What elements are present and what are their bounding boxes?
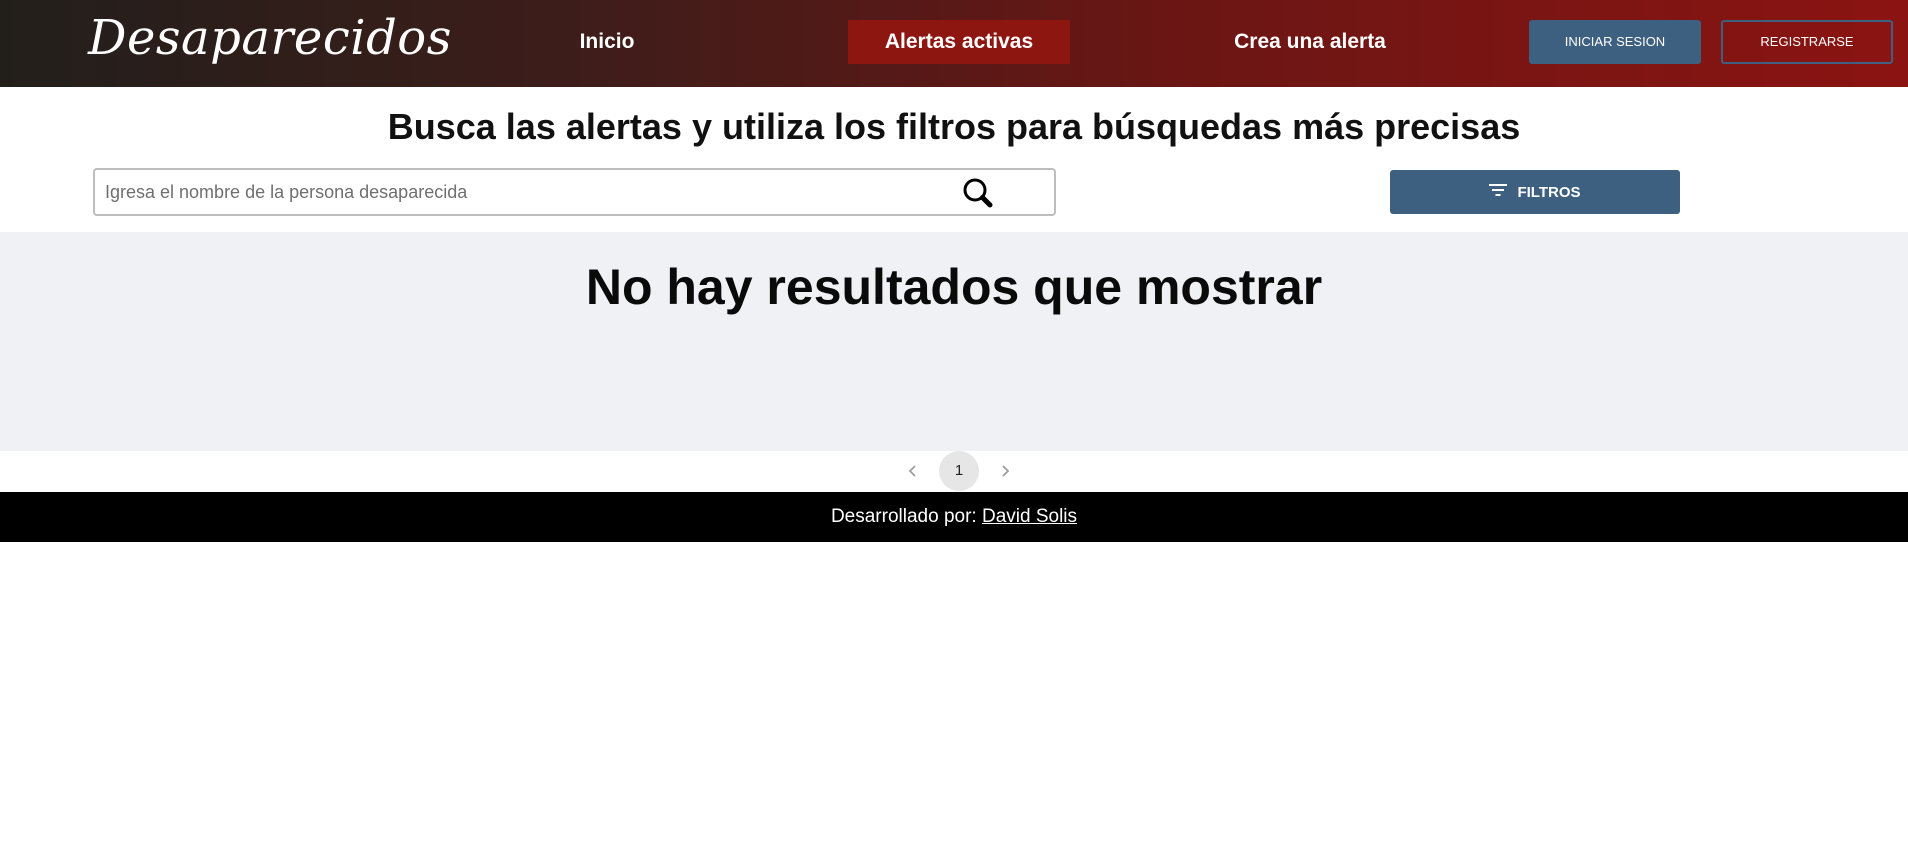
navbar: Desaparecidos Inicio Alertas activas Cre…: [0, 0, 1908, 87]
footer: Desarrollado por: David Solis: [0, 492, 1908, 542]
pagination: 1: [0, 451, 1908, 492]
chevron-left-icon[interactable]: [901, 459, 925, 483]
search-icon[interactable]: [962, 177, 994, 209]
empty-results-message: No hay resultados que mostrar: [585, 259, 1323, 315]
chevron-right-icon[interactable]: [993, 459, 1017, 483]
page-title: Busca las alertas y utiliza los filtros …: [387, 106, 1521, 147]
login-button[interactable]: INICIAR SESION: [1529, 20, 1701, 64]
nav-link-alertas-activas[interactable]: Alertas activas: [848, 20, 1070, 64]
brand-logo[interactable]: Desaparecidos: [88, 10, 452, 66]
search-input[interactable]: [105, 170, 1025, 214]
page-number-current[interactable]: 1: [939, 451, 979, 491]
nav-link-inicio[interactable]: Inicio: [533, 20, 681, 64]
register-button[interactable]: REGISTRARSE: [1721, 20, 1893, 64]
footer-author-link[interactable]: David Solis: [982, 506, 1077, 527]
filters-button[interactable]: FILTROS: [1390, 170, 1680, 214]
filter-icon: [1489, 183, 1508, 201]
footer-credit-label: Desarrollado por:: [830, 506, 982, 527]
search-box: [93, 168, 1056, 216]
results-area: No hay resultados que mostrar: [0, 232, 1908, 451]
filters-button-label: FILTROS: [1517, 183, 1581, 201]
nav-link-crea-alerta[interactable]: Crea una alerta: [1215, 20, 1405, 64]
